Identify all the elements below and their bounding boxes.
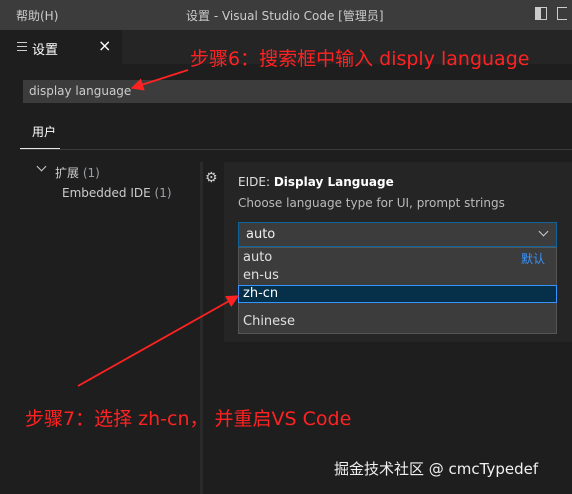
annotation-step6: 步骤6：搜索框中输入 disply language [190,48,530,70]
arrow-step6 [130,69,189,91]
watermark: 掘金技术社区 @ cmcTypedef [334,460,539,478]
arrow-step7 [77,295,240,387]
annotation-step7: 步骤7：选择 zh-cn， 并重启VS Code [25,408,352,430]
